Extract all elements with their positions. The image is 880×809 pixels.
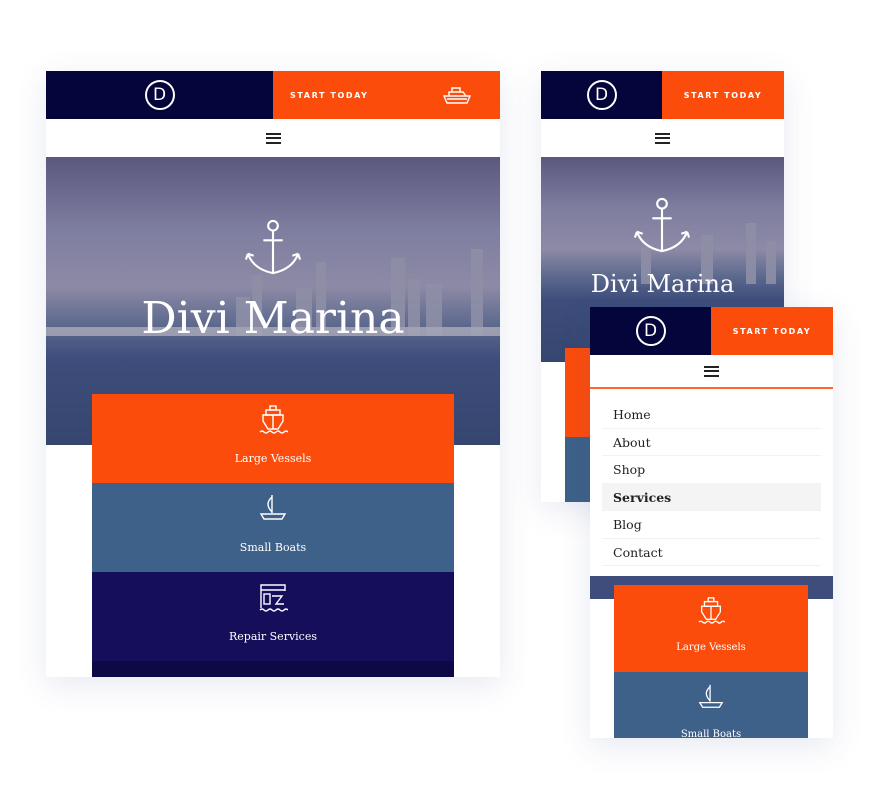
nav-bar bbox=[590, 355, 833, 387]
site-header: D START TODAY bbox=[541, 71, 784, 119]
sailboat-icon bbox=[697, 682, 725, 712]
ship-icon bbox=[697, 595, 725, 625]
logo[interactable]: D bbox=[46, 71, 273, 119]
boat-icon bbox=[442, 85, 472, 105]
service-card-large-vessels[interactable]: Large Vessels bbox=[614, 585, 808, 672]
service-card-next[interactable] bbox=[92, 661, 454, 677]
anchor-icon bbox=[244, 219, 302, 277]
mobile-menu: Home About Shop Services Blog Contact bbox=[590, 387, 833, 576]
hero-title: Divi Marina bbox=[590, 270, 735, 298]
service-card-small-boats[interactable]: Small Boats bbox=[92, 483, 454, 572]
hamburger-menu-icon[interactable] bbox=[655, 132, 670, 144]
hamburger-menu-icon[interactable] bbox=[704, 365, 719, 377]
menu-item-services[interactable]: Services bbox=[602, 483, 821, 511]
logo[interactable]: D bbox=[590, 307, 711, 355]
start-today-button[interactable]: START TODAY bbox=[662, 71, 784, 119]
crane-dock-icon bbox=[258, 582, 288, 612]
menu-item-contact[interactable]: Contact bbox=[602, 539, 821, 566]
nav-bar bbox=[46, 119, 500, 157]
sailboat-icon bbox=[258, 493, 288, 523]
tablet-preview: D START TODAY Divi Marina Large Vessels … bbox=[46, 71, 500, 677]
ship-icon bbox=[258, 404, 288, 434]
service-card-large-vessels[interactable]: Large Vessels bbox=[92, 394, 454, 483]
site-header: D START TODAY bbox=[590, 307, 833, 355]
hamburger-menu-icon[interactable] bbox=[265, 132, 281, 144]
menu-item-blog[interactable]: Blog bbox=[602, 511, 821, 539]
hero-title: Divi Marina bbox=[141, 293, 405, 344]
start-today-button[interactable]: START TODAY bbox=[273, 71, 500, 119]
service-card-small-boats[interactable]: Small Boats bbox=[614, 672, 808, 738]
service-card-repair-services[interactable]: Repair Services bbox=[92, 572, 454, 661]
site-header: D START TODAY bbox=[46, 71, 500, 119]
start-today-button[interactable]: START TODAY bbox=[711, 307, 833, 355]
logo[interactable]: D bbox=[541, 71, 662, 119]
anchor-icon bbox=[633, 197, 691, 255]
nav-bar bbox=[541, 119, 784, 157]
menu-item-home[interactable]: Home bbox=[602, 401, 821, 429]
phone-menu-open-preview: D START TODAY Home About Shop Services B… bbox=[590, 307, 833, 738]
menu-item-shop[interactable]: Shop bbox=[602, 456, 821, 484]
menu-item-about[interactable]: About bbox=[602, 429, 821, 456]
